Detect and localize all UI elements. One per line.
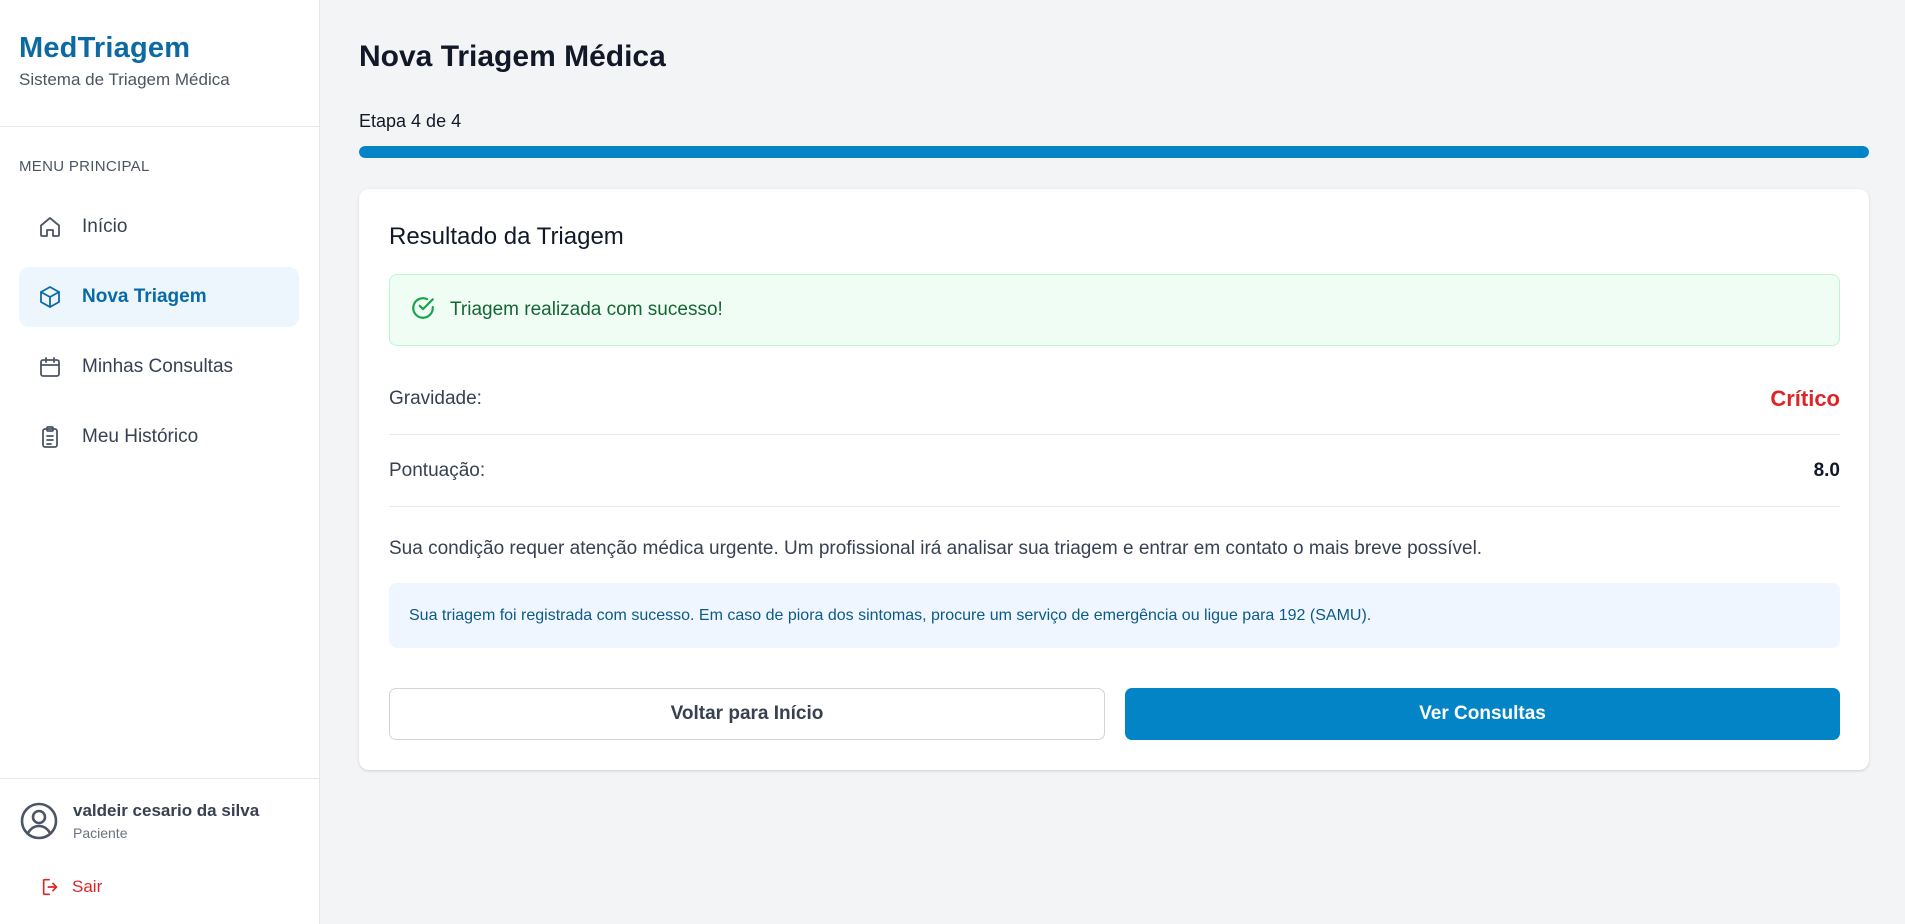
sidebar-item-meu-historico[interactable]: Meu Histórico — [19, 407, 299, 467]
severity-value: Crítico — [1770, 385, 1840, 411]
score-value: 8.0 — [1813, 459, 1840, 481]
sidebar-item-label: Nova Triagem — [82, 286, 207, 307]
info-note-text: Sua triagem foi registrada com sucesso. … — [409, 606, 1372, 624]
success-message: Triagem realizada com sucesso! — [450, 299, 723, 320]
sidebar-nav: Início Nova Triagem Minhas Consultas Meu… — [19, 197, 299, 477]
progress-bar — [359, 146, 1869, 158]
sidebar: MedTriagem Sistema de Triagem Médica MEN… — [0, 0, 320, 924]
score-row: Pontuação: 8.0 — [389, 435, 1840, 507]
view-appointments-button[interactable]: Ver Consultas — [1125, 688, 1840, 740]
back-home-button[interactable]: Voltar para Início — [389, 688, 1105, 740]
calendar-icon — [38, 355, 62, 379]
result-title: Resultado da Triagem — [389, 223, 624, 250]
sidebar-item-minhas-consultas[interactable]: Minhas Consultas — [19, 337, 299, 397]
score-label: Pontuação: — [389, 459, 486, 481]
severity-label: Gravidade: — [389, 387, 482, 409]
success-alert: Triagem realizada com sucesso! — [389, 274, 1840, 346]
cube-icon — [38, 285, 62, 309]
logout-label: Sair — [72, 877, 103, 896]
result-description: Sua condição requer atenção médica urgen… — [389, 538, 1483, 559]
sidebar-item-label: Minhas Consultas — [82, 356, 234, 377]
user-role: Paciente — [73, 825, 128, 841]
info-note: Sua triagem foi registrada com sucesso. … — [389, 583, 1840, 648]
severity-row: Gravidade: Crítico — [389, 363, 1840, 435]
menu-label: MENU PRINCIPAL — [19, 158, 150, 175]
progress-fill — [359, 146, 1869, 158]
step-indicator: Etapa 4 de 4 — [359, 111, 462, 131]
user-name: valdeir cesario da silva — [73, 801, 260, 820]
page-title: Nova Triagem Médica — [359, 40, 666, 73]
brand-title[interactable]: MedTriagem — [19, 30, 319, 66]
sidebar-item-inicio[interactable]: Início — [19, 197, 299, 257]
brand: MedTriagem Sistema de Triagem Médica — [0, 0, 319, 127]
home-icon — [38, 215, 62, 239]
sidebar-item-nova-triagem[interactable]: Nova Triagem — [19, 267, 299, 327]
brand-subtitle: Sistema de Triagem Médica — [19, 70, 230, 89]
result-card: Resultado da Triagem Triagem realizada c… — [359, 189, 1869, 770]
logout-button[interactable]: Sair — [40, 876, 102, 898]
user-info: valdeir cesario da silva Paciente — [19, 801, 259, 841]
user-panel: valdeir cesario da silva Paciente Sair — [0, 778, 319, 924]
clipboard-icon — [38, 425, 62, 449]
check-circle-icon — [412, 297, 434, 319]
sidebar-item-label: Início — [82, 216, 128, 237]
logout-icon — [42, 878, 58, 896]
user-avatar-icon — [19, 801, 59, 841]
sidebar-item-label: Meu Histórico — [82, 426, 199, 447]
